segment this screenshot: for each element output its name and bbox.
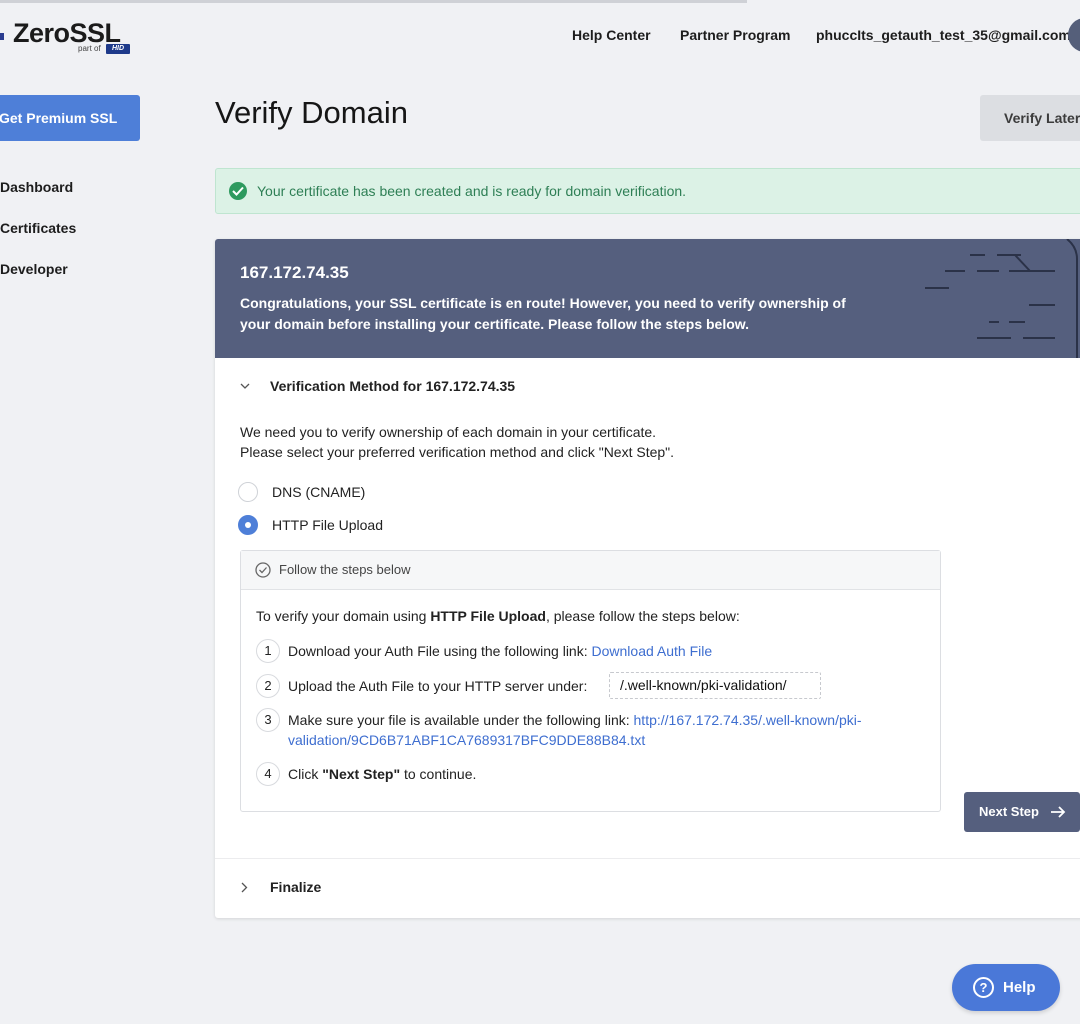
http-label: HTTP File Upload xyxy=(272,517,384,533)
brand-logo[interactable]: ZeroSSL xyxy=(13,18,121,49)
step-1-text: Download your Auth File using the follow… xyxy=(288,641,712,661)
intro-line-1: We need you to verify ownership of each … xyxy=(240,424,657,440)
steps-intro-before: To verify your domain using xyxy=(256,608,431,624)
next-step-label: Next Step xyxy=(979,804,1039,819)
http-radio[interactable] xyxy=(238,515,258,535)
verification-method-header[interactable]: Verification Method for 167.172.74.35 xyxy=(270,378,515,394)
check-circle-icon xyxy=(229,182,247,200)
step-4-text: Click "Next Step" to continue. xyxy=(288,764,476,784)
nav-user-email[interactable]: phuccIts_getauth_test_35@gmail.com xyxy=(816,27,1071,43)
steps-intro-bold: HTTP File Upload xyxy=(430,608,546,624)
alert-message: Your certificate has been created and is… xyxy=(257,183,687,199)
dns-label: DNS (CNAME) xyxy=(272,484,366,500)
top-progress-line xyxy=(0,0,747,3)
brand-sub-label: part of xyxy=(78,44,101,53)
step-4-after: to continue. xyxy=(400,766,477,782)
arrow-right-icon xyxy=(1051,806,1066,818)
step-number-1: 1 xyxy=(256,639,280,663)
check-circle-outline-icon xyxy=(255,562,271,578)
validation-path-box[interactable]: /.well-known/pki-validation/ xyxy=(609,672,821,699)
step-3-label: Make sure your file is available under t… xyxy=(288,712,634,728)
steps-header: Follow the steps below xyxy=(241,551,940,590)
step-2-text: Upload the Auth File to your HTTP server… xyxy=(288,678,588,694)
verify-later-button[interactable]: Verify Later xyxy=(980,95,1080,141)
page-title: Verify Domain xyxy=(215,95,408,130)
step-3-text: Make sure your file is available under t… xyxy=(288,710,862,750)
help-label: Help xyxy=(1003,979,1036,996)
step-number-2: 2 xyxy=(256,674,280,698)
download-auth-file-link[interactable]: Download Auth File xyxy=(592,643,713,659)
card-description: Congratulations, your SSL certificate is… xyxy=(240,295,846,332)
domain-title: 167.172.74.35 xyxy=(240,263,349,282)
question-circle-icon: ? xyxy=(973,977,994,998)
steps-header-text: Follow the steps below xyxy=(279,562,411,577)
validation-url-link[interactable]: http://167.172.74.35/.well-known/pki- xyxy=(634,712,862,728)
sidebar-item-developer[interactable]: Developer xyxy=(0,261,68,277)
intro-line-2: Please select your preferred verificatio… xyxy=(240,444,675,460)
chevron-down-icon[interactable] xyxy=(240,383,250,390)
help-button[interactable]: ? Help xyxy=(952,964,1060,1011)
sidebar-item-dashboard[interactable]: Dashboard xyxy=(0,179,73,195)
steps-panel: Follow the steps below To verify your do… xyxy=(240,550,941,812)
step-number-3: 3 xyxy=(256,708,280,732)
step-4-bold: "Next Step" xyxy=(322,766,401,782)
nav-help-center[interactable]: Help Center xyxy=(572,27,651,43)
validation-url-link-cont[interactable]: validation/9CD6B71ABF1CA7689317BFC9DDE88… xyxy=(288,732,645,748)
steps-intro-after: , please follow the steps below: xyxy=(545,608,740,624)
nav-partner-program[interactable]: Partner Program xyxy=(680,27,790,43)
hid-logo: HID xyxy=(106,44,130,54)
logo-mark xyxy=(0,33,4,40)
step-number-4: 4 xyxy=(256,762,280,786)
dns-radio[interactable] xyxy=(238,482,258,502)
next-step-button[interactable]: Next Step xyxy=(964,792,1080,832)
step-1-label: Download your Auth File using the follow… xyxy=(288,643,592,659)
verification-card: 167.172.74.35 Congratulations, your SSL … xyxy=(215,239,1080,918)
finalize-section-header[interactable]: Finalize xyxy=(270,879,321,895)
get-premium-ssl-button[interactable]: Get Premium SSL xyxy=(0,95,140,141)
steps-intro: To verify your domain using HTTP File Up… xyxy=(256,608,740,624)
decorative-lines-icon xyxy=(925,239,1078,358)
chevron-right-icon[interactable] xyxy=(241,882,248,893)
card-header: 167.172.74.35 Congratulations, your SSL … xyxy=(215,239,1080,358)
intro-text: We need you to verify ownership of each … xyxy=(240,422,674,462)
page-root: ZeroSSL part of HID Help Center Partner … xyxy=(0,0,1080,1024)
avatar[interactable] xyxy=(1068,18,1080,52)
sidebar-item-certificates[interactable]: Certificates xyxy=(0,220,76,236)
section-divider xyxy=(215,858,1080,859)
step-4-before: Click xyxy=(288,766,323,782)
success-alert: Your certificate has been created and is… xyxy=(215,168,1080,214)
